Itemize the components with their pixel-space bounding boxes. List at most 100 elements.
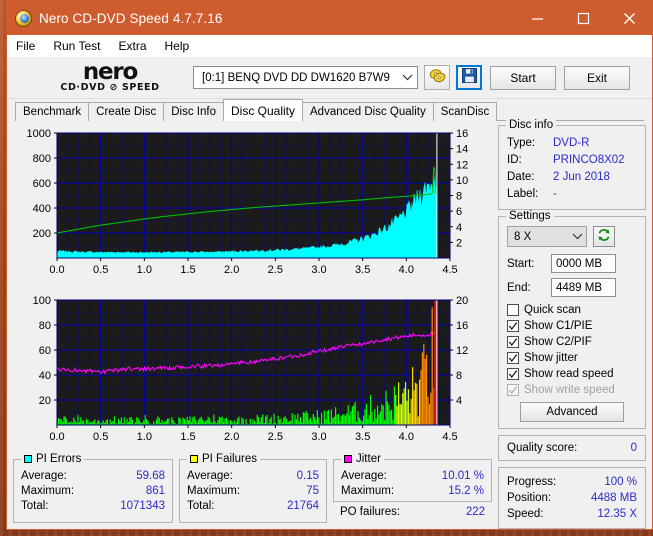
svg-text:2: 2 bbox=[456, 237, 462, 249]
pi-failures-average-label: Average: bbox=[187, 470, 233, 482]
checkbox-box-icon bbox=[507, 304, 519, 316]
tab-disc-quality[interactable]: Disc Quality bbox=[223, 99, 304, 121]
start-button[interactable]: Start bbox=[490, 65, 556, 90]
pi-errors-total-value: 1071343 bbox=[120, 500, 165, 512]
checkbox-show-jitter-label: Show jitter bbox=[524, 352, 578, 364]
maximize-button[interactable] bbox=[560, 1, 606, 35]
pi-errors-average-row: Average: 59.68 bbox=[21, 469, 165, 484]
pi-errors-maximum-label: Maximum: bbox=[21, 485, 75, 497]
nero-logo: nero CD·DVD ⊘ SPEED bbox=[35, 61, 185, 94]
jitter-legend-label: Jitter bbox=[356, 453, 381, 465]
start-input-value: 0000 MB bbox=[556, 257, 603, 270]
svg-text:14: 14 bbox=[456, 144, 468, 156]
speed-select[interactable]: 8 X bbox=[507, 226, 587, 247]
svg-text:60: 60 bbox=[39, 345, 51, 357]
jitter-stats-column: Jitter Average: 10.01 % Maximum: 15.2 % … bbox=[333, 453, 492, 523]
checkbox-show-c1-pie[interactable]: Show C1/PIE bbox=[507, 318, 637, 334]
po-failures-row: PO failures: 222 bbox=[333, 502, 492, 520]
svg-text:3.0: 3.0 bbox=[311, 264, 326, 276]
chevron-down-icon bbox=[402, 72, 413, 84]
end-field-row: End: 4489 MB bbox=[507, 278, 637, 297]
speed-row: 8 X bbox=[507, 226, 637, 247]
disc-label-value: - bbox=[553, 188, 557, 200]
save-button[interactable] bbox=[456, 65, 482, 90]
disc-date-value: 2 Jun 2018 bbox=[553, 171, 610, 183]
pi-errors-total-label: Total: bbox=[21, 500, 49, 512]
svg-text:200: 200 bbox=[33, 228, 51, 240]
end-input-value: 4489 MB bbox=[556, 281, 603, 294]
refresh-icon bbox=[597, 228, 611, 245]
tab-advanced-disc-quality[interactable]: Advanced Disc Quality bbox=[302, 102, 434, 121]
pi-failures-legend: PI Failures bbox=[187, 453, 260, 465]
svg-text:6: 6 bbox=[456, 206, 462, 218]
start-label: Start: bbox=[507, 257, 535, 270]
pi-errors-chart: 0.0 0.5 1.0 1.5 2.0 2.5 3.0 3.5 4.0 4.5 200 400 600 8… bbox=[13, 125, 492, 287]
settings-panel: Settings 8 X Start: 0000 MB End: 4489 MB… bbox=[498, 210, 646, 429]
svg-text:1.5: 1.5 bbox=[180, 264, 195, 276]
jitter-average-row: Average: 10.01 % bbox=[341, 469, 484, 484]
po-failures-value: 222 bbox=[465, 506, 485, 518]
checkbox-show-write-speed: Show write speed bbox=[507, 382, 637, 398]
pi-errors-stats: PI Errors Average: 59.68 Maximum: 861 To… bbox=[13, 453, 173, 523]
tab-create-disc[interactable]: Create Disc bbox=[88, 102, 165, 121]
start-field-row: Start: 0000 MB bbox=[507, 254, 637, 273]
pi-failures-maximum-row: Maximum: 75 bbox=[187, 484, 319, 499]
disc-id-value: PRINCO8X02 bbox=[553, 154, 625, 166]
svg-text:400: 400 bbox=[33, 203, 51, 215]
disc-type-label: Type: bbox=[507, 137, 536, 149]
refresh-button[interactable] bbox=[593, 226, 615, 247]
svg-text:3.5: 3.5 bbox=[355, 264, 370, 276]
tab-disc-info[interactable]: Disc Info bbox=[163, 102, 224, 121]
title-bar: Nero CD-DVD Speed 4.7.7.16 bbox=[7, 1, 652, 35]
quality-score-label: Quality score: bbox=[507, 442, 578, 454]
eject-disc-button[interactable] bbox=[424, 65, 450, 90]
svg-text:2.0: 2.0 bbox=[224, 264, 239, 276]
progress-value: 100 % bbox=[604, 476, 637, 488]
jitter-maximum-row: Maximum: 15.2 % bbox=[341, 484, 484, 499]
pi-errors-maximum-row: Maximum: 861 bbox=[21, 484, 165, 499]
position-label: Position: bbox=[507, 492, 552, 504]
menu-item-file[interactable]: File bbox=[16, 37, 44, 55]
disc-info-panel: Disc info Type: DVD-R ID: PRINCO8X02 Dat… bbox=[498, 119, 646, 210]
checkbox-show-c2-pif[interactable]: Show C2/PIF bbox=[507, 334, 637, 350]
svg-text:4.5: 4.5 bbox=[442, 431, 457, 443]
menu-item-extra[interactable]: Extra bbox=[118, 37, 155, 55]
svg-text:2.5: 2.5 bbox=[268, 264, 283, 276]
minimize-button[interactable] bbox=[514, 1, 560, 35]
start-input[interactable]: 0000 MB bbox=[551, 254, 616, 273]
end-input[interactable]: 4489 MB bbox=[551, 278, 616, 297]
svg-text:4.0: 4.0 bbox=[399, 264, 414, 276]
checkbox-show-write-speed-label: Show write speed bbox=[524, 384, 615, 396]
svg-text:0.5: 0.5 bbox=[93, 431, 108, 443]
drive-select-value: [0:1] BENQ DVD DD DW1620 B7W9 bbox=[202, 71, 390, 84]
svg-text:40: 40 bbox=[39, 370, 51, 382]
advanced-button[interactable]: Advanced bbox=[520, 402, 624, 422]
svg-text:0.0: 0.0 bbox=[49, 431, 64, 443]
checkbox-quick-scan[interactable]: Quick scan bbox=[507, 302, 637, 318]
checkbox-show-read-speed[interactable]: Show read speed bbox=[507, 366, 637, 382]
svg-text:0.5: 0.5 bbox=[93, 264, 108, 276]
logo-subtitle: CD·DVD ⊘ SPEED bbox=[60, 82, 160, 93]
disc-type-value: DVD-R bbox=[553, 137, 590, 149]
speed-value: 12.35 X bbox=[597, 508, 637, 520]
menu-item-run-test[interactable]: Run Test bbox=[53, 37, 109, 55]
disc-id-row: ID: PRINCO8X02 bbox=[507, 152, 637, 169]
pi-failures-average-row: Average: 0.15 bbox=[187, 469, 319, 484]
svg-text:100: 100 bbox=[33, 295, 51, 307]
close-button[interactable] bbox=[606, 1, 652, 35]
pi-errors-total-row: Total: 1071343 bbox=[21, 499, 165, 514]
right-panel: Disc info Type: DVD-R ID: PRINCO8X02 Dat… bbox=[498, 119, 646, 529]
svg-text:20: 20 bbox=[39, 395, 51, 407]
svg-text:4.0: 4.0 bbox=[399, 431, 414, 443]
quality-score-panel: Quality score: 0 bbox=[498, 435, 646, 461]
drive-select[interactable]: [0:1] BENQ DVD DD DW1620 B7W9 bbox=[193, 66, 418, 89]
svg-text:16: 16 bbox=[456, 128, 468, 140]
settings-legend: Settings bbox=[506, 210, 554, 222]
pi-errors-maximum-value: 861 bbox=[145, 485, 165, 497]
tab-benchmark[interactable]: Benchmark bbox=[15, 102, 90, 121]
exit-button[interactable]: Exit bbox=[564, 65, 630, 90]
menu-item-help[interactable]: Help bbox=[165, 37, 199, 55]
tab-scandisc[interactable]: ScanDisc bbox=[432, 102, 498, 121]
checkbox-show-jitter[interactable]: Show jitter bbox=[507, 350, 637, 366]
checkbox-checked-icon bbox=[507, 352, 519, 364]
